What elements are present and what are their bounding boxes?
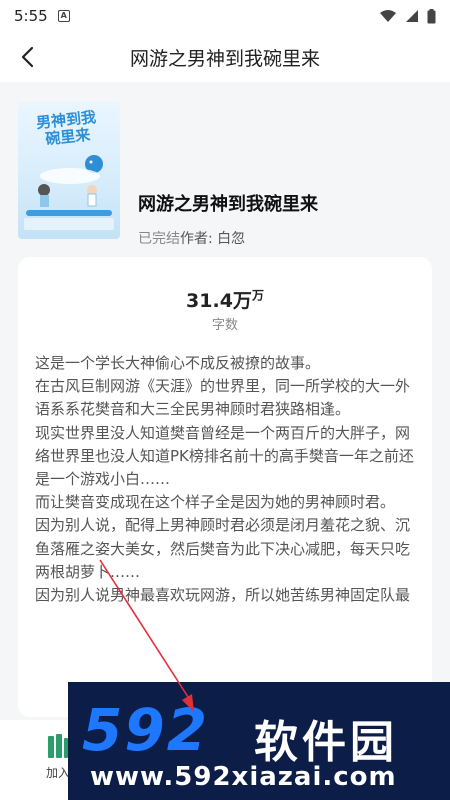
synopsis-paragraph: 因为别人说男神最喜欢玩网游，所以她苦练男神固定队最	[35, 586, 411, 605]
book-status: 已完结	[138, 231, 180, 247]
watermark-logo: 592	[82, 696, 210, 764]
bookshelf-label: 加入	[45, 766, 70, 780]
book-title: 网游之男神到我碗里来	[138, 194, 318, 215]
watermark-url: www.592xiazai.com	[90, 762, 397, 792]
synopsis-paragraph: 而让樊音变成现在这个样子全是因为她的男神顾时君。	[35, 493, 396, 512]
word-count-value: 31.4万	[186, 290, 252, 312]
word-count-unit: 万	[251, 288, 264, 303]
word-count: 31.4万万	[18, 286, 432, 313]
status-bar: 5:55 A	[0, 0, 450, 32]
word-count-label: 字数	[211, 318, 238, 333]
wifi-icon	[380, 10, 396, 22]
status-time: 5:55	[14, 7, 48, 25]
signal-icon	[406, 10, 418, 22]
synopsis: 这是一个学长大神偷心不成反被撩的故事。 在古风巨制网游《天涯》的世界里，同一所学…	[35, 352, 420, 607]
book-detail-card: 31.4万万 字数 这是一个学长大神偷心不成反被撩的故事。 在古风巨制网游《天涯…	[18, 257, 432, 717]
cover-tagline-bar	[26, 210, 112, 216]
cover-subtitle-bar	[24, 218, 114, 230]
site-watermark: 592 软件园 www.592xiazai.com	[68, 682, 450, 800]
battery-icon	[427, 8, 436, 23]
watermark-brand: 软件园	[254, 717, 398, 768]
app-notification-icon: A	[57, 10, 70, 22]
synopsis-paragraph: 因为别人说，配得上男神顾时君必须是闭月羞花之貌、沉鱼落雁之姿大美女，然后樊音为此…	[35, 516, 411, 581]
synopsis-paragraph: 在古风巨制网游《天涯》的世界里，同一所学校的大一外语系系花樊音和大三全民男神顾时…	[35, 377, 411, 419]
book-author: 作者: 白忽	[180, 231, 246, 247]
book-info: 男神到我碗里来 网游之男神到我碗里来 已完结 作者: 白忽	[0, 82, 450, 252]
back-button[interactable]	[10, 40, 44, 74]
synopsis-paragraph: 现实世界里没人知道樊音曾经是一个两百斤的大胖子，网络世界里也没人知道PK榜排名前…	[35, 423, 414, 489]
top-bar: 网游之男神到我碗里来	[0, 32, 450, 82]
chevron-left-icon	[21, 46, 34, 68]
book-meta: 已完结 作者: 白忽	[138, 228, 245, 248]
bookshelf-icon	[48, 734, 68, 758]
book-cover[interactable]: 男神到我碗里来	[18, 102, 120, 239]
synopsis-paragraph: 这是一个学长大神偷心不成反被撩的故事。	[35, 354, 321, 372]
page-title: 网游之男神到我碗里来	[129, 47, 320, 70]
status-icons	[379, 8, 436, 24]
